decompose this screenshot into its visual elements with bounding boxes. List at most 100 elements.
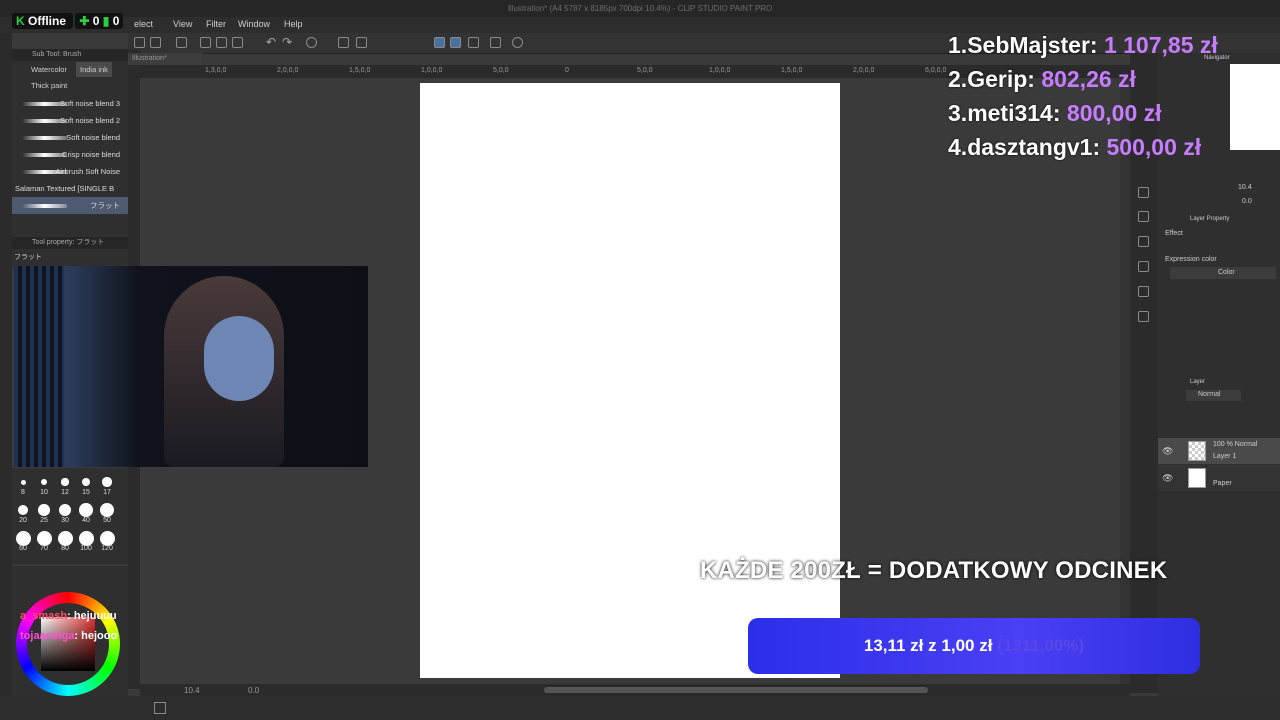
brush-size-dot[interactable] — [102, 477, 112, 487]
brush-size-dot[interactable] — [20, 479, 26, 485]
capture-icon[interactable] — [176, 37, 187, 48]
kick-logo-icon: K — [16, 14, 25, 28]
brush-size-dot[interactable] — [40, 478, 48, 486]
crop-icon[interactable] — [356, 37, 367, 48]
navigator-angle[interactable]: 0.0 — [1242, 198, 1252, 205]
status-angle[interactable]: 0.0 — [248, 686, 259, 695]
brush-size-label: 15 — [82, 489, 90, 496]
menu-icon[interactable] — [134, 37, 145, 48]
layer-row[interactable]: 👁 Paper — [1158, 465, 1280, 491]
brush-size-dot[interactable] — [99, 530, 115, 546]
canvas-status-bar: 10.4 0.0 — [140, 684, 1130, 696]
brush-stroke-preview — [22, 153, 67, 157]
expression-color-dropdown[interactable]: Color — [1170, 267, 1276, 279]
canvas-paper[interactable] — [420, 83, 840, 678]
eye-icon[interactable]: 👁 — [1162, 473, 1173, 484]
menu-help[interactable]: Help — [284, 19, 303, 29]
fill-icon[interactable] — [338, 37, 349, 48]
brush-size-dot[interactable] — [81, 477, 91, 487]
brush-size-dot[interactable] — [15, 530, 31, 546]
horizontal-scrollbar-thumb[interactable] — [544, 687, 928, 693]
brush-size-dot[interactable] — [78, 530, 94, 546]
goal-separator: z — [928, 636, 937, 655]
clear-icon[interactable] — [306, 37, 317, 48]
ruler-label: 1,0,0,0 — [421, 67, 443, 74]
brush-stroke-preview — [22, 204, 67, 208]
brush-size-dot[interactable] — [79, 503, 93, 517]
panel-icon[interactable] — [1138, 187, 1149, 198]
snap-grid-icon[interactable] — [450, 37, 461, 48]
status-zoom[interactable]: 10.4 — [184, 686, 200, 695]
brush-size-label: 20 — [19, 517, 27, 524]
panel-icon[interactable] — [1138, 211, 1149, 222]
panel-icon[interactable] — [1138, 286, 1149, 297]
chat-message: a_smash: hejuuuu — [20, 610, 117, 622]
panel-toggle-icon[interactable] — [154, 702, 166, 714]
menu-select[interactable]: elect — [134, 19, 153, 29]
save-icon[interactable] — [232, 37, 243, 48]
brush-size-label: 40 — [82, 517, 90, 524]
brush-size-dot[interactable] — [58, 503, 72, 517]
device-icon[interactable] — [490, 37, 501, 48]
brush-size-dot[interactable] — [36, 530, 52, 546]
webcam-background-slats — [14, 266, 64, 467]
menu-window[interactable]: Window — [238, 19, 270, 29]
navigator-zoom[interactable]: 10.4 — [1238, 184, 1252, 191]
stream-status-bar: K Offline ✚ 0 ▮ 0 — [12, 13, 124, 32]
brush-size-dot[interactable] — [61, 478, 69, 486]
brush-stroke-preview — [22, 170, 67, 174]
navigator-preview[interactable] — [1230, 64, 1280, 150]
brush-item[interactable]: Salaman Textured [SINGLE B — [12, 180, 128, 197]
blend-mode-dropdown[interactable]: Normal — [1186, 390, 1241, 401]
brush-item[interactable]: Soft noise blend 2 — [12, 112, 128, 129]
layer-name: Paper — [1213, 480, 1232, 487]
snap-point-icon[interactable] — [468, 37, 479, 48]
layer-row[interactable]: 👁 100 % Normal Layer 1 — [1158, 438, 1280, 464]
group-india-ink[interactable]: India ink — [76, 62, 112, 77]
open-file-icon[interactable] — [216, 37, 227, 48]
blend-mode-value: Normal — [1198, 391, 1221, 398]
goal-progress-bar: 13,11 zł z 1,00 zł (1311,00%) — [748, 618, 1200, 674]
group-watercolor[interactable]: Watercolor — [31, 65, 67, 74]
tool-property-header: Tool property: フラット — [12, 237, 128, 249]
leaderboard-entry: 3.meti314: 800,00 zł — [948, 100, 1162, 126]
brush-size-dot[interactable] — [99, 502, 115, 518]
document-tab[interactable]: Illustration* — [128, 53, 202, 65]
chat-message: tojaanelga: hejooo — [20, 630, 118, 642]
leaderboard-entry: 1.SebMajster: 1 107,85 zł — [948, 32, 1218, 58]
chat-text: hejuuuu — [73, 610, 117, 622]
brush-size-label: 30 — [61, 517, 69, 524]
brush-size-dot[interactable] — [38, 504, 50, 516]
transform-icon[interactable] — [150, 37, 161, 48]
brush-item[interactable]: Soft noise blend — [12, 129, 128, 146]
redo-icon[interactable]: ↷ — [282, 35, 292, 49]
viewer-count: 0 — [112, 14, 120, 28]
group-thick-paint[interactable]: Thick paint — [31, 81, 67, 90]
panel-icon[interactable] — [1138, 311, 1149, 322]
vertical-scrollbar[interactable] — [1120, 78, 1130, 684]
window-title-bar: Illustration* (A4 5787 x 8185px 700dpi 1… — [0, 0, 1280, 17]
brush-size-label: 25 — [40, 517, 48, 524]
brush-size-dot[interactable] — [17, 504, 29, 516]
undo-icon[interactable]: ↶ — [266, 35, 276, 49]
brush-item[interactable]: Crisp noise blend — [12, 146, 128, 163]
brush-item[interactable]: Soft noise blend 3 — [12, 95, 128, 112]
brush-label: Soft noise blend 2 — [59, 116, 120, 125]
brush-item-selected[interactable]: フラット — [12, 197, 128, 214]
snap-ruler-icon[interactable] — [434, 37, 445, 48]
new-file-icon[interactable] — [200, 37, 211, 48]
panel-icon[interactable] — [1138, 261, 1149, 272]
panel-icon[interactable] — [1138, 236, 1149, 247]
help-circle-icon[interactable] — [512, 37, 523, 48]
menu-filter[interactable]: Filter — [206, 19, 226, 29]
eye-icon[interactable]: 👁 — [1162, 446, 1173, 457]
subtool-group-row: Watercolor India ink — [12, 61, 128, 77]
menu-view[interactable]: View — [173, 19, 192, 29]
brush-item[interactable]: Airbrush Soft Noise — [12, 163, 128, 180]
brush-size-dot[interactable] — [57, 530, 73, 546]
effect-label: Effect — [1165, 230, 1183, 237]
offline-badge: K Offline — [12, 13, 74, 29]
tool-property-tab[interactable]: フラット — [12, 249, 128, 265]
bars-icon: ▮ — [102, 14, 110, 28]
layer-thumbnail — [1188, 441, 1206, 461]
